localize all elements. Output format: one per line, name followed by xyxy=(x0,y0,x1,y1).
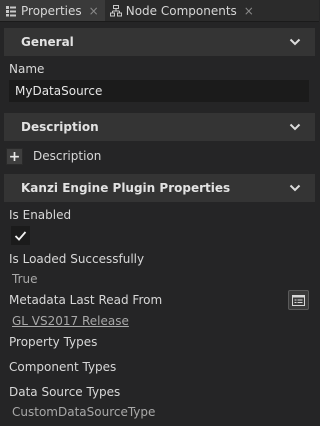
name-field[interactable]: MyDataSource xyxy=(9,80,309,102)
properties-panel: General Name MyDataSource Description + … xyxy=(0,22,319,426)
tab-properties[interactable]: Properties × xyxy=(0,0,105,21)
close-icon[interactable]: × xyxy=(89,4,99,18)
tab-bar: Properties × Node Components × xyxy=(0,0,319,22)
is-loaded-value: True xyxy=(12,272,38,286)
chevron-down-icon[interactable] xyxy=(289,182,301,194)
property-types-label: Property Types xyxy=(9,335,98,349)
is-enabled-checkbox[interactable] xyxy=(11,226,30,245)
name-label: Name xyxy=(9,62,45,76)
section-kanzi-header[interactable]: Kanzi Engine Plugin Properties xyxy=(4,174,315,202)
is-loaded-label: Is Loaded Successfully xyxy=(9,252,145,266)
add-property-button[interactable]: + xyxy=(6,148,23,165)
tab-node-components[interactable]: Node Components × xyxy=(105,0,260,21)
checkmark-icon xyxy=(14,231,27,241)
properties-icon xyxy=(5,5,17,17)
data-source-types-value: CustomDataSourceType xyxy=(12,405,156,419)
component-types-label: Component Types xyxy=(9,360,117,374)
section-general-title: General xyxy=(21,35,74,49)
browse-icon xyxy=(292,294,305,306)
section-description-header[interactable]: Description xyxy=(4,113,315,141)
metadata-label: Metadata Last Read From xyxy=(9,293,163,307)
node-components-icon xyxy=(109,4,122,17)
chevron-down-icon[interactable] xyxy=(289,36,301,48)
section-description-title: Description xyxy=(21,120,99,134)
section-general-header[interactable]: General xyxy=(4,28,315,56)
tab-properties-label: Properties xyxy=(21,3,82,18)
section-kanzi-title: Kanzi Engine Plugin Properties xyxy=(21,181,231,195)
description-label: Description xyxy=(33,149,102,163)
close-icon[interactable]: × xyxy=(244,4,254,18)
tab-node-components-label: Node Components xyxy=(125,3,237,18)
browse-metadata-button[interactable] xyxy=(288,290,309,310)
is-enabled-label: Is Enabled xyxy=(9,208,72,222)
metadata-value-link[interactable]: GL VS2017 Release xyxy=(12,314,129,328)
data-source-types-label: Data Source Types xyxy=(9,385,121,399)
chevron-down-icon[interactable] xyxy=(289,121,301,133)
